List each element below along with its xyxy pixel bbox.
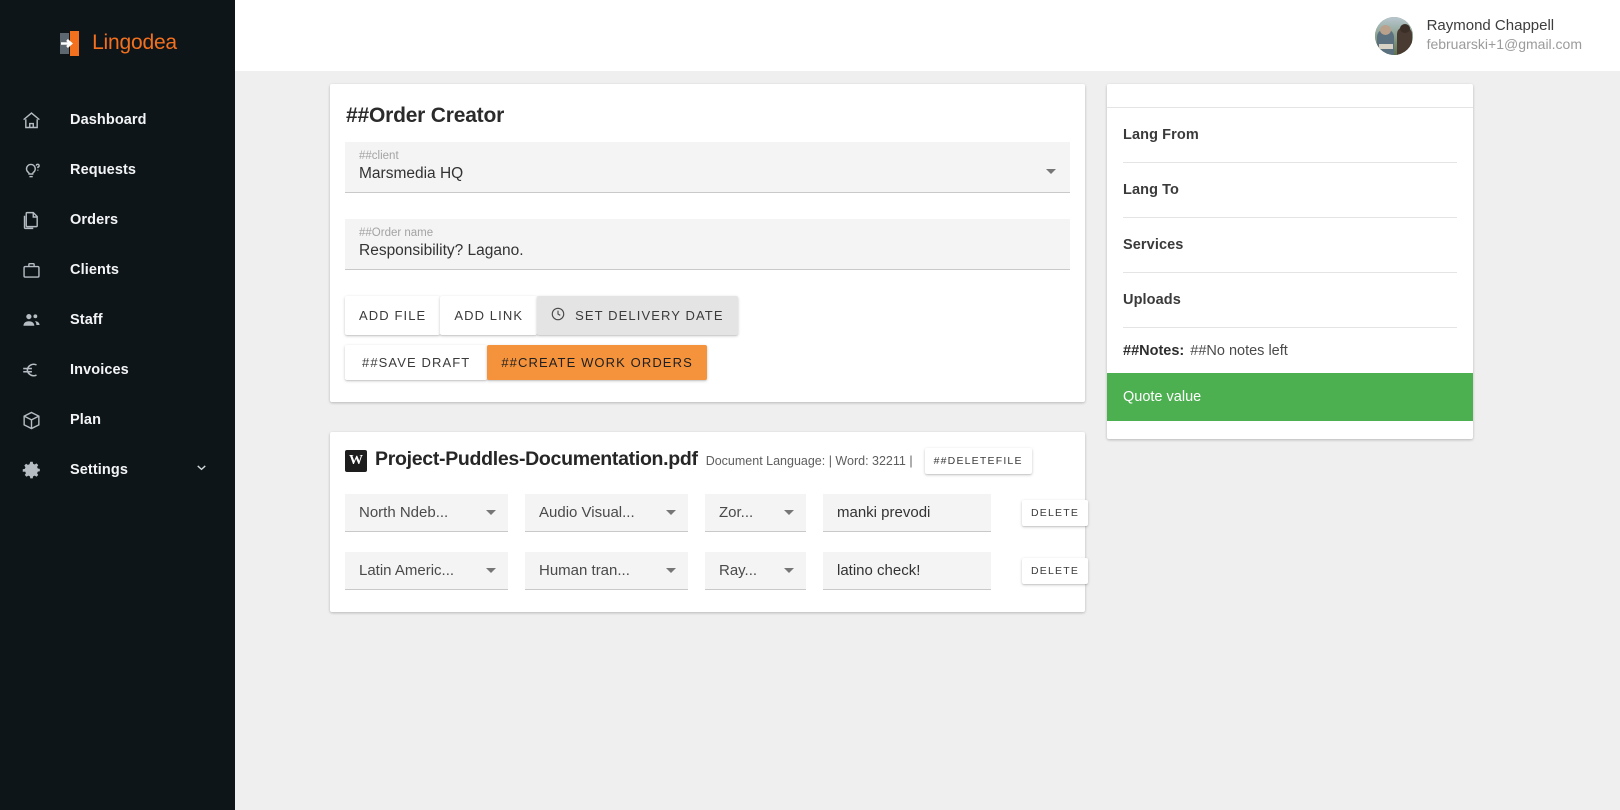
word-document-icon: W bbox=[345, 450, 367, 472]
door-arrow-logo-icon bbox=[60, 30, 80, 56]
sidebar-item-label: Dashboard bbox=[70, 112, 147, 128]
summary-item-lang-to[interactable]: Lang To bbox=[1123, 163, 1457, 218]
client-select[interactable]: ##client Marsmedia HQ bbox=[345, 142, 1070, 193]
user-menu[interactable]: Raymond Chappell februarski+1@gmail.com bbox=[1374, 16, 1582, 55]
chevron-down-icon[interactable] bbox=[486, 568, 496, 573]
summary-panel-header bbox=[1107, 84, 1473, 108]
notes-row: ##Notes: ##No notes left bbox=[1123, 328, 1457, 373]
chevron-down-icon[interactable] bbox=[784, 568, 794, 573]
sidebar-item-label: Plan bbox=[70, 412, 102, 428]
content-area: ##Order Creator ##client Marsmedia HQ ##… bbox=[235, 71, 1620, 810]
sidebar-item-orders[interactable]: Orders bbox=[0, 195, 235, 245]
briefcase-icon bbox=[14, 260, 48, 281]
left-column: ##Order Creator ##client Marsmedia HQ ##… bbox=[330, 84, 1089, 612]
save-draft-button[interactable]: ##SAVE DRAFT bbox=[345, 345, 488, 380]
client-value: Marsmedia HQ bbox=[359, 165, 464, 182]
assignee-select[interactable]: Ray... bbox=[705, 552, 806, 590]
home-icon bbox=[14, 110, 48, 131]
sidebar-item-dashboard[interactable]: Dashboard bbox=[0, 95, 235, 145]
service-select[interactable]: Audio Visual... bbox=[525, 494, 688, 532]
create-work-orders-button[interactable]: ##CREATE WORK ORDERS bbox=[487, 345, 707, 380]
sidebar-item-label: Staff bbox=[70, 312, 103, 328]
file-name: Project-Puddles-Documentation.pdf bbox=[375, 448, 698, 470]
note-input[interactable]: latino check! bbox=[823, 552, 991, 590]
app-root: Lingodea Dashboard Requests Orders Clien… bbox=[0, 0, 1620, 810]
page-title: ##Order Creator bbox=[346, 104, 505, 127]
file-header: W Project-Puddles-Documentation.pdf Docu… bbox=[345, 448, 1070, 474]
sidebar-item-label: Clients bbox=[70, 262, 120, 278]
assignee-value: Zor... bbox=[719, 504, 754, 521]
table-row: North Ndeb... Audio Visual... Zor... man… bbox=[345, 494, 1089, 532]
brand-name: Lingodea bbox=[92, 31, 177, 54]
summary-item-uploads[interactable]: Uploads bbox=[1123, 273, 1457, 328]
service-value: Human tran... bbox=[539, 562, 630, 579]
sidebar-nav: Dashboard Requests Orders Clients Staff … bbox=[0, 95, 235, 495]
delete-file-button[interactable]: ##DELETEFILE bbox=[924, 448, 1032, 474]
lang-from-select[interactable]: North Ndeb... bbox=[345, 494, 508, 532]
add-link-button[interactable]: ADD LINK bbox=[440, 296, 538, 335]
sidebar-item-label: Invoices bbox=[70, 362, 129, 378]
sidebar-item-label: Settings bbox=[70, 462, 128, 478]
set-delivery-date-button[interactable]: SET DELIVERY DATE bbox=[537, 296, 738, 335]
sidebar: Lingodea Dashboard Requests Orders Clien… bbox=[0, 0, 235, 810]
chevron-down-icon[interactable] bbox=[1046, 169, 1056, 174]
table-row: Latin Americ... Human tran... Ray... lat… bbox=[345, 552, 1089, 590]
service-value: Audio Visual... bbox=[539, 504, 635, 521]
sidebar-item-label: Requests bbox=[70, 162, 137, 178]
clock-icon bbox=[550, 306, 566, 325]
avatar bbox=[1374, 16, 1413, 55]
user-name: Raymond Chappell bbox=[1426, 17, 1555, 35]
file-card: W Project-Puddles-Documentation.pdf Docu… bbox=[330, 432, 1089, 612]
lang-from-value: Latin Americ... bbox=[359, 562, 455, 579]
sidebar-item-label: Orders bbox=[70, 212, 119, 228]
order-name-input[interactable]: ##Order name Responsibility? Lagano. bbox=[345, 219, 1070, 270]
lang-from-value: North Ndeb... bbox=[359, 504, 449, 521]
lang-from-select[interactable]: Latin Americ... bbox=[345, 552, 508, 590]
notes-value: ##No notes left bbox=[1190, 342, 1288, 359]
sidebar-item-clients[interactable]: Clients bbox=[0, 245, 235, 295]
service-select[interactable]: Human tran... bbox=[525, 552, 688, 590]
order-name-label: ##Order name bbox=[359, 227, 434, 239]
client-label: ##client bbox=[359, 150, 399, 162]
gear-icon bbox=[14, 460, 48, 481]
delete-row-button[interactable]: DELETE bbox=[1022, 558, 1089, 584]
sidebar-item-requests[interactable]: Requests bbox=[0, 145, 235, 195]
documents-copy-icon bbox=[14, 210, 48, 231]
sidebar-item-settings[interactable]: Settings bbox=[0, 445, 235, 495]
assignee-select[interactable]: Zor... bbox=[705, 494, 806, 532]
quote-value-bar[interactable]: Quote value bbox=[1107, 373, 1473, 421]
submit-actions-row: ##SAVE DRAFT ##CREATE WORK ORDERS bbox=[345, 345, 1070, 380]
summary-panel: Lang From Lang To Services Uploads ##Not… bbox=[1107, 84, 1473, 439]
summary-item-services[interactable]: Services bbox=[1123, 218, 1457, 273]
note-input[interactable]: manki prevodi bbox=[823, 494, 991, 532]
topbar: Raymond Chappell februarski+1@gmail.com bbox=[235, 0, 1620, 71]
chevron-down-icon[interactable] bbox=[784, 510, 794, 515]
user-email: februarski+1@gmail.com bbox=[1426, 36, 1582, 53]
sidebar-item-invoices[interactable]: Invoices bbox=[0, 345, 235, 395]
add-file-button[interactable]: ADD FILE bbox=[345, 296, 441, 335]
file-meta: Document Language: | Word: 32211 | bbox=[705, 454, 913, 468]
order-creator-card: ##Order Creator ##client Marsmedia HQ ##… bbox=[330, 84, 1085, 402]
chevron-down-icon[interactable] bbox=[194, 460, 209, 480]
delete-row-button[interactable]: DELETE bbox=[1022, 500, 1089, 526]
assignee-value: Ray... bbox=[719, 562, 758, 579]
box-icon bbox=[14, 410, 48, 431]
chevron-down-icon[interactable] bbox=[666, 510, 676, 515]
euro-icon bbox=[14, 359, 48, 381]
chevron-down-icon[interactable] bbox=[486, 510, 496, 515]
set-delivery-date-label: SET DELIVERY DATE bbox=[575, 308, 724, 323]
notes-label: ##Notes: bbox=[1123, 342, 1185, 359]
people-icon bbox=[14, 310, 48, 331]
chevron-down-icon[interactable] bbox=[666, 568, 676, 573]
right-column: Lang From Lang To Services Uploads ##Not… bbox=[1107, 84, 1473, 439]
summary-item-lang-from[interactable]: Lang From bbox=[1123, 108, 1457, 163]
sidebar-item-plan[interactable]: Plan bbox=[0, 395, 235, 445]
order-name-value: Responsibility? Lagano. bbox=[359, 242, 524, 259]
sidebar-item-staff[interactable]: Staff bbox=[0, 295, 235, 345]
main-area: Raymond Chappell februarski+1@gmail.com … bbox=[235, 0, 1620, 810]
lightbulb-question-icon bbox=[14, 160, 48, 181]
brand-logo[interactable]: Lingodea bbox=[0, 0, 235, 86]
file-actions-row: ADD FILE ADD LINK SET DELIVERY DATE bbox=[345, 296, 1070, 335]
